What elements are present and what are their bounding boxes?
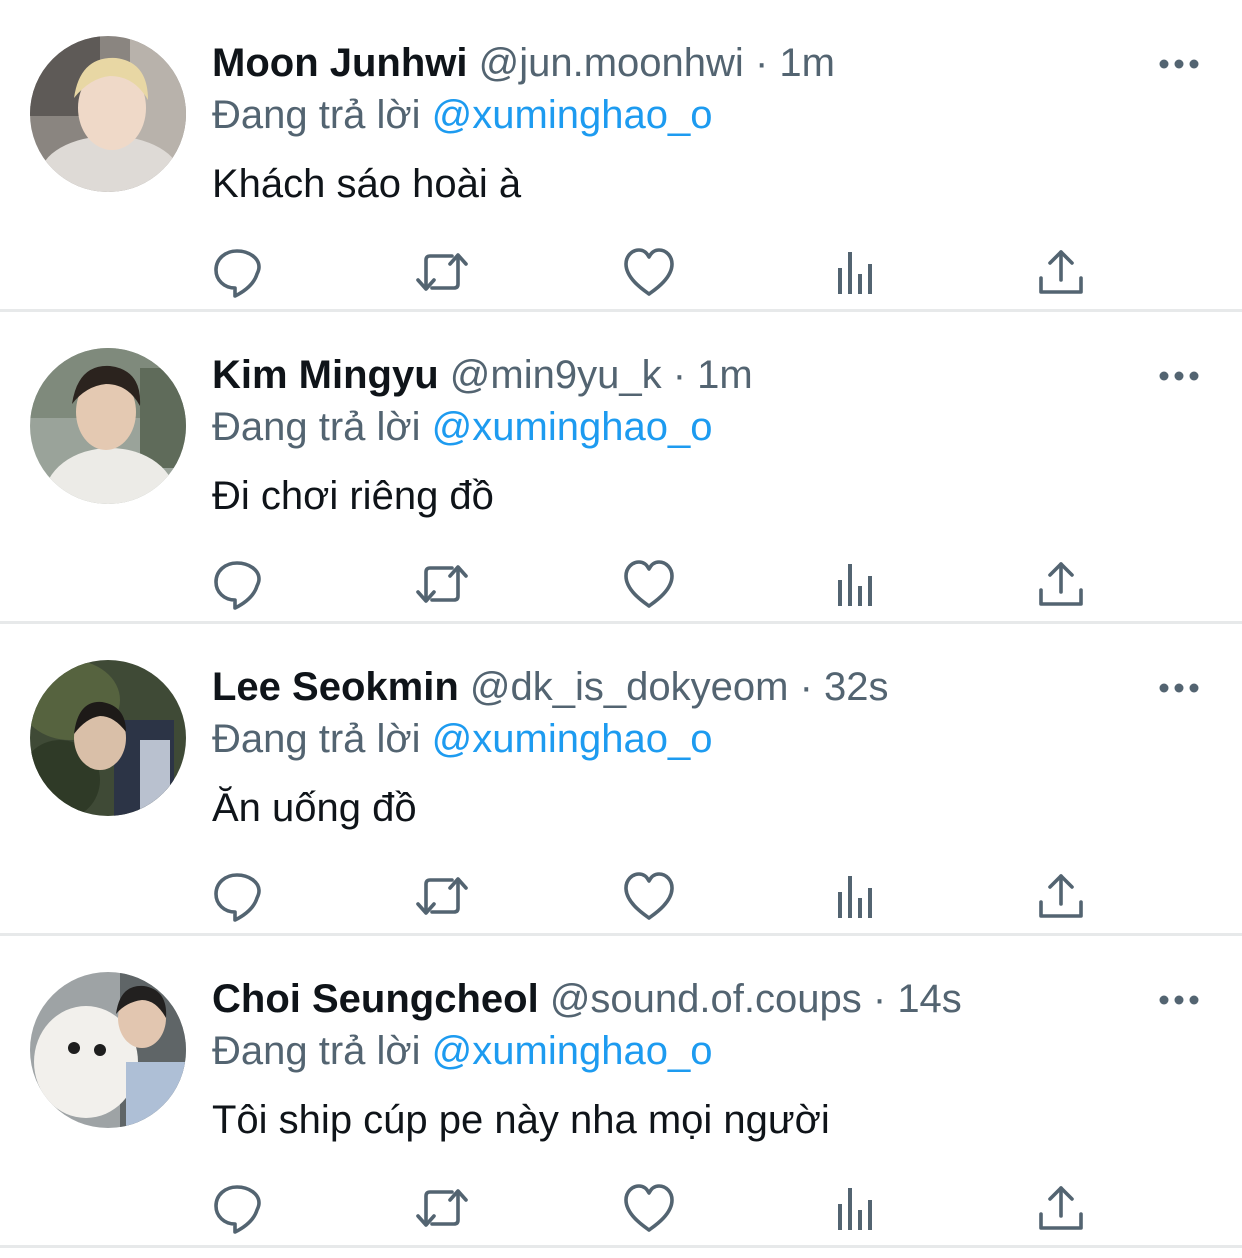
more-icon <box>1159 59 1199 69</box>
like-button[interactable] <box>621 556 677 612</box>
tweet-text: Ăn uống đồ <box>212 786 417 830</box>
mention-link[interactable]: @xuminghao_o <box>432 405 713 449</box>
user-handle[interactable]: @dk_is_dokyeom <box>470 665 789 709</box>
reply-icon <box>214 561 261 610</box>
heart-icon <box>624 248 674 296</box>
display-name[interactable]: Lee Seokmin <box>212 665 459 709</box>
mention-link[interactable]: @xuminghao_o <box>432 93 713 137</box>
separator-dot: · <box>872 977 887 1021</box>
analytics-icon <box>838 252 872 294</box>
heart-icon <box>624 560 674 608</box>
more-icon <box>1159 371 1199 381</box>
user-handle[interactable]: @min9yu_k <box>450 353 662 397</box>
more-options-button[interactable] <box>1156 356 1202 396</box>
reply-icon <box>214 249 261 298</box>
replying-to-line: Đang trả lời @xuminghao_o <box>212 1028 712 1074</box>
reply-button[interactable] <box>209 868 265 924</box>
timestamp[interactable]: 1m <box>779 41 835 85</box>
replying-to-label: Đang trả lời <box>212 93 421 137</box>
reply-tweet[interactable]: Lee Seokmin @dk_is_dokyeom · 32s Đang tr… <box>0 624 1242 936</box>
analytics-icon <box>838 876 872 918</box>
share-button[interactable] <box>1033 1180 1089 1236</box>
retweet-icon <box>416 565 468 603</box>
replying-to-label: Đang trả lời <box>212 1029 421 1073</box>
avatar[interactable] <box>30 972 186 1128</box>
timestamp[interactable]: 32s <box>824 665 889 709</box>
more-options-button[interactable] <box>1156 668 1202 708</box>
tweet-text: Đi chơi riêng đồ <box>212 474 494 518</box>
separator-dot: · <box>799 665 813 709</box>
mention-link[interactable]: @xuminghao_o <box>432 717 713 761</box>
retweet-button[interactable] <box>414 1180 470 1236</box>
reply-tweet[interactable]: Choi Seungcheol @sound.of.coups · 14s Đa… <box>0 936 1242 1248</box>
reply-button[interactable] <box>209 244 265 300</box>
retweet-icon <box>416 1189 468 1227</box>
replying-to-line: Đang trả lời @xuminghao_o <box>212 716 712 762</box>
share-icon <box>1039 562 1083 606</box>
share-icon <box>1039 1186 1083 1230</box>
reply-button[interactable] <box>209 1180 265 1236</box>
retweet-icon <box>416 253 468 291</box>
more-icon <box>1159 995 1199 1005</box>
more-options-button[interactable] <box>1156 980 1202 1020</box>
heart-icon <box>624 872 674 920</box>
timestamp[interactable]: 1m <box>697 353 753 397</box>
analytics-icon <box>838 564 872 606</box>
replying-to-line: Đang trả lời @xuminghao_o <box>212 92 712 138</box>
heart-icon <box>624 1184 674 1232</box>
share-button[interactable] <box>1033 244 1089 300</box>
share-icon <box>1039 874 1083 918</box>
retweet-button[interactable] <box>414 868 470 924</box>
avatar[interactable] <box>30 36 186 192</box>
more-icon <box>1159 683 1199 693</box>
avatar[interactable] <box>30 660 186 816</box>
tweet-text: Khách sáo hoài à <box>212 162 522 206</box>
more-options-button[interactable] <box>1156 44 1202 84</box>
reply-icon <box>214 1185 261 1234</box>
views-button[interactable] <box>828 868 884 924</box>
share-icon <box>1039 250 1083 294</box>
reply-icon <box>214 873 261 922</box>
avatar[interactable] <box>30 348 186 504</box>
like-button[interactable] <box>621 244 677 300</box>
retweet-icon <box>416 877 468 915</box>
like-button[interactable] <box>621 868 677 924</box>
tweet-text: Tôi ship cúp pe này nha mọi người <box>212 1098 830 1142</box>
display-name[interactable]: Moon Junhwi <box>212 41 468 85</box>
separator-dot: · <box>754 41 769 85</box>
separator-dot: · <box>672 353 687 397</box>
user-handle[interactable]: @sound.of.coups <box>550 977 862 1021</box>
views-button[interactable] <box>828 1180 884 1236</box>
like-button[interactable] <box>621 1180 677 1236</box>
reply-tweet[interactable]: Kim Mingyu @min9yu_k · 1m Đang trả lời @… <box>0 312 1242 624</box>
views-button[interactable] <box>828 244 884 300</box>
replying-to-line: Đang trả lời @xuminghao_o <box>212 404 712 450</box>
retweet-button[interactable] <box>414 244 470 300</box>
replying-to-label: Đang trả lời <box>212 405 421 449</box>
reply-tweet[interactable]: Moon Junhwi @jun.moonhwi · 1m Đang trả l… <box>0 0 1242 312</box>
reply-button[interactable] <box>209 556 265 612</box>
share-button[interactable] <box>1033 868 1089 924</box>
retweet-button[interactable] <box>414 556 470 612</box>
mention-link[interactable]: @xuminghao_o <box>432 1029 713 1073</box>
analytics-icon <box>838 1188 872 1230</box>
display-name[interactable]: Kim Mingyu <box>212 353 439 397</box>
display-name[interactable]: Choi Seungcheol <box>212 977 539 1021</box>
share-button[interactable] <box>1033 556 1089 612</box>
user-handle[interactable]: @jun.moonhwi <box>479 41 744 85</box>
timestamp[interactable]: 14s <box>897 977 962 1021</box>
views-button[interactable] <box>828 556 884 612</box>
replying-to-label: Đang trả lời <box>212 717 421 761</box>
